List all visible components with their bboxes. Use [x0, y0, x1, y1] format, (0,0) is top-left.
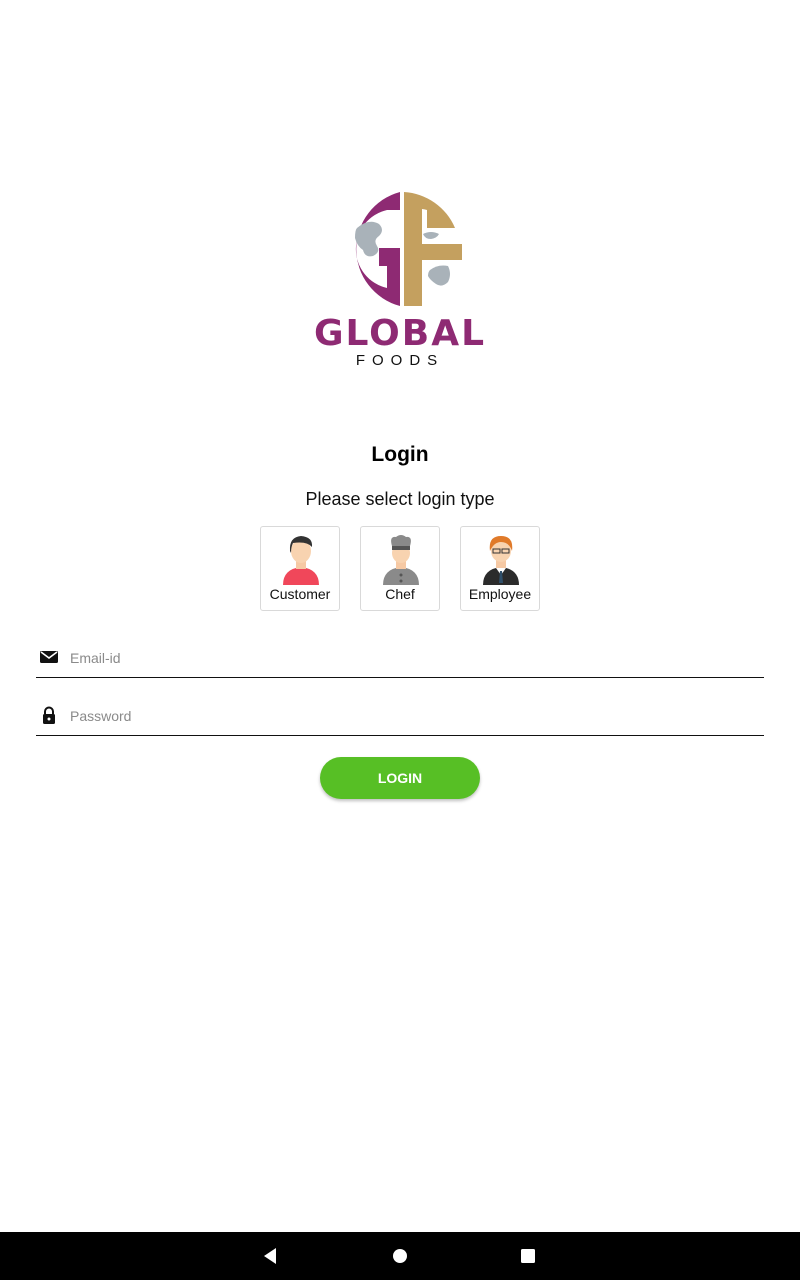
password-field [36, 696, 764, 736]
nav-recents-button[interactable] [504, 1232, 552, 1280]
chef-avatar-icon [383, 535, 419, 585]
login-type-label: Customer [269, 586, 331, 602]
customer-avatar-icon [283, 536, 319, 585]
recents-square-icon [521, 1249, 535, 1263]
login-type-customer[interactable]: Customer [260, 526, 340, 611]
brand-name: GLOBAL [313, 313, 487, 354]
envelope-icon [40, 651, 58, 663]
login-title: Login [371, 443, 429, 466]
login-type-label: Employee [468, 586, 532, 602]
brand-tagline: FOODS [355, 352, 445, 369]
login-button[interactable]: LOGIN [320, 757, 480, 799]
login-type-label: Chef [385, 586, 415, 602]
system-navigation-bar [0, 1232, 800, 1280]
email-field [36, 638, 764, 678]
home-circle-icon [393, 1249, 407, 1263]
login-type-selector: Customer Chef Employee [260, 526, 540, 611]
login-subtitle: Please select login type [305, 489, 495, 509]
password-input[interactable] [70, 702, 750, 730]
back-triangle-icon [264, 1248, 276, 1264]
employee-avatar-icon [483, 536, 519, 585]
lock-icon [43, 706, 55, 724]
nav-back-button[interactable] [246, 1232, 294, 1280]
login-type-employee[interactable]: Employee [460, 526, 540, 611]
nav-home-button[interactable] [376, 1232, 424, 1280]
login-type-chef[interactable]: Chef [360, 526, 440, 611]
email-input[interactable] [70, 644, 750, 672]
